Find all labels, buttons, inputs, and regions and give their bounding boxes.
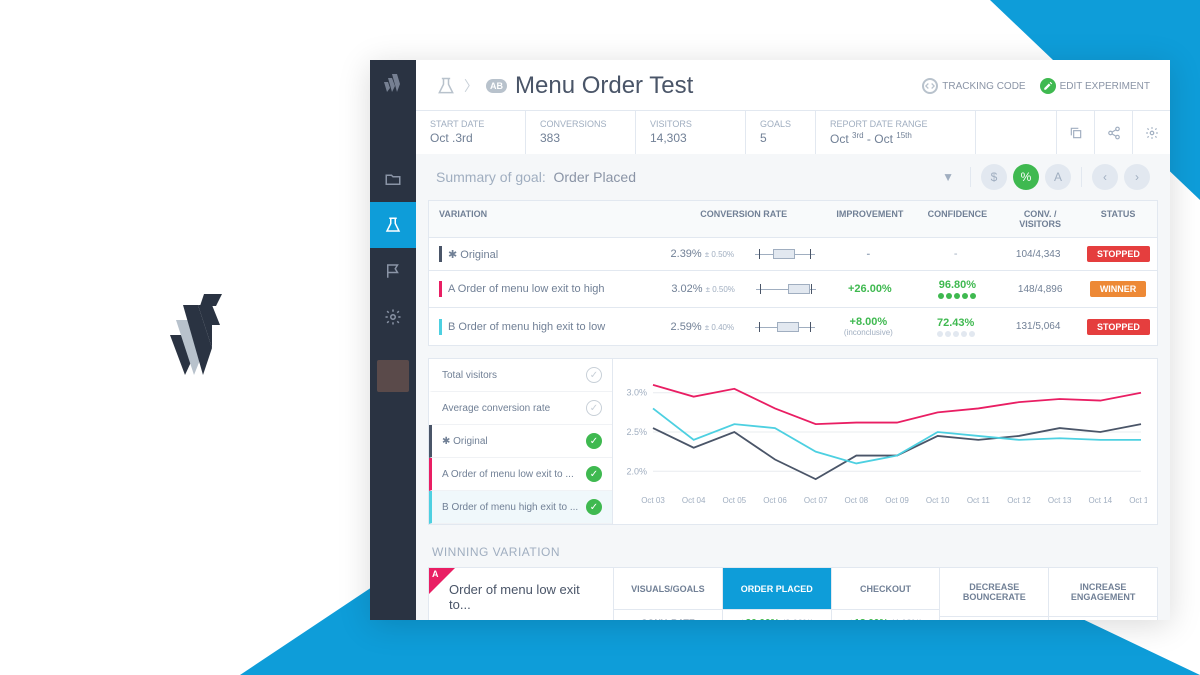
copy-button[interactable] <box>1056 111 1094 154</box>
tracking-code-label: TRACKING CODE <box>942 81 1025 92</box>
svg-text:Oct 10: Oct 10 <box>926 496 950 505</box>
winning-title: WINNING VARIATION <box>428 537 1158 567</box>
edit-experiment-label: EDIT EXPERIMENT <box>1060 81 1150 92</box>
variations-table: VARIATION CONVERSION RATE IMPROVEMENT CO… <box>428 200 1158 346</box>
svg-text:2.0%: 2.0% <box>626 466 647 476</box>
currency-toggle[interactable]: $ <box>981 164 1007 190</box>
th-improvement: IMPROVEMENT <box>826 201 914 237</box>
th-variation: VARIATION <box>429 201 661 237</box>
stat-conversions: CONVERSIONS 383 <box>526 111 636 154</box>
svg-text:Oct 12: Oct 12 <box>1007 496 1031 505</box>
svg-text:Oct 15: Oct 15 <box>1129 496 1147 505</box>
dropdown-icon[interactable]: ▼ <box>942 170 954 184</box>
svg-text:Oct 08: Oct 08 <box>845 496 869 505</box>
summary-row: Summary of goal: Order Placed ▼ $ % A ‹ … <box>416 154 1170 200</box>
stat-value: 383 <box>540 131 621 145</box>
stat-value: Oct .3rd <box>430 131 511 145</box>
th-conv-rate: CONVERSION RATE <box>661 201 826 237</box>
prev-button[interactable]: ‹ <box>1092 164 1118 190</box>
winning-card: A Order of menu low exit to... WINNER VA… <box>428 567 1158 620</box>
legend-variation-a[interactable]: A Order of menu low exit to ... ✓ <box>429 458 612 491</box>
legend-original[interactable]: ✱ Original ✓ <box>429 425 612 458</box>
svg-text:Oct 05: Oct 05 <box>723 496 747 505</box>
stats-bar: START DATE Oct .3rd CONVERSIONS 383 VISI… <box>416 110 1170 154</box>
app-frame: 〉 AB Menu Order Test TRACKING CODE EDIT … <box>370 60 1170 620</box>
page-title: Menu Order Test <box>515 72 693 100</box>
svg-text:Oct 03: Oct 03 <box>641 496 665 505</box>
stat-label: REPORT DATE RANGE <box>830 119 961 129</box>
check-icon: ✓ <box>586 433 602 449</box>
winning-section: WINNING VARIATION A Order of menu low ex… <box>428 537 1158 620</box>
chart-section: Total visitors ✓ Average conversion rate… <box>428 358 1158 525</box>
winning-info: Order of menu low exit to... WINNER VARI… <box>429 568 614 620</box>
sidebar-item-settings[interactable] <box>370 294 416 340</box>
sidebar-item-flag[interactable] <box>370 248 416 294</box>
check-icon: ✓ <box>586 499 602 515</box>
flask-icon <box>436 76 456 96</box>
main-content: 〉 AB Menu Order Test TRACKING CODE EDIT … <box>416 60 1170 620</box>
stat-value: 5 <box>760 131 801 145</box>
svg-text:Oct 13: Oct 13 <box>1048 496 1072 505</box>
table-row[interactable]: A Order of menu low exit to high 3.02% ±… <box>429 271 1157 308</box>
percent-toggle[interactable]: % <box>1013 164 1039 190</box>
th-confidence: CONFIDENCE <box>914 201 1002 237</box>
table-row[interactable]: ✱ Original 2.39% ± 0.50% - - 104/4,343 S… <box>429 238 1157 271</box>
pencil-icon <box>1040 78 1056 94</box>
th-conv-visitors: CONV. / VISITORS <box>1001 201 1079 237</box>
legend-total-visitors[interactable]: Total visitors ✓ <box>429 359 612 392</box>
settings-button[interactable] <box>1132 111 1170 154</box>
th-status: STATUS <box>1079 201 1157 237</box>
sidebar <box>370 60 416 620</box>
chevron-right-icon: 〉 <box>464 76 478 96</box>
sidebar-thumb[interactable] <box>377 360 409 392</box>
stat-label: VISITORS <box>650 119 731 129</box>
summary-text: Summary of goal: Order Placed <box>436 169 636 185</box>
line-chart: 2.0% 2.5% 3.0% Oct 03 Oct 04 Oct 05 Oct 06 Oct … <box>613 359 1157 524</box>
stat-label: CONVERSIONS <box>540 119 621 129</box>
brand-logo <box>150 280 240 390</box>
stat-label: START DATE <box>430 119 511 129</box>
svg-text:Oct 11: Oct 11 <box>967 496 991 505</box>
check-icon: ✓ <box>586 367 602 383</box>
sidebar-item-folder[interactable] <box>370 156 416 202</box>
sidebar-logo-icon <box>381 72 405 96</box>
page-header: 〉 AB Menu Order Test TRACKING CODE EDIT … <box>416 60 1170 110</box>
stat-date-range: REPORT DATE RANGE Oct 3rd - Oct 15th <box>816 111 976 154</box>
svg-text:Oct 07: Oct 07 <box>804 496 828 505</box>
winning-metrics-table: VISUALS/GOALSCONV. RATE ORDER PLACED +26… <box>614 568 1157 620</box>
check-icon: ✓ <box>586 400 602 416</box>
stat-label: GOALS <box>760 119 801 129</box>
next-button[interactable]: › <box>1124 164 1150 190</box>
legend-variation-b[interactable]: B Order of menu high exit to ... ✓ <box>429 491 612 524</box>
stat-start-date: START DATE Oct .3rd <box>416 111 526 154</box>
svg-text:Oct 14: Oct 14 <box>1089 496 1113 505</box>
sidebar-item-experiments[interactable] <box>370 202 416 248</box>
font-toggle[interactable]: A <box>1045 164 1071 190</box>
check-icon: ✓ <box>586 466 602 482</box>
stat-visitors: VISITORS 14,303 <box>636 111 746 154</box>
stat-value: 14,303 <box>650 131 731 145</box>
winning-name: Order of menu low exit to... <box>449 582 601 612</box>
table-row[interactable]: B Order of menu high exit to low 2.59% ±… <box>429 308 1157 345</box>
stat-value: Oct 3rd - Oct 15th <box>830 131 961 146</box>
svg-text:2.5%: 2.5% <box>626 427 647 437</box>
legend-avg-conv[interactable]: Average conversion rate ✓ <box>429 392 612 425</box>
svg-text:3.0%: 3.0% <box>626 388 647 398</box>
svg-text:Oct 04: Oct 04 <box>682 496 706 505</box>
code-icon <box>922 78 938 94</box>
winner-corner-label: A <box>432 569 439 579</box>
stat-goals: GOALS 5 <box>746 111 816 154</box>
share-button[interactable] <box>1094 111 1132 154</box>
svg-text:Oct 09: Oct 09 <box>885 496 909 505</box>
tracking-code-button[interactable]: TRACKING CODE <box>922 78 1025 94</box>
ab-badge: AB <box>486 79 507 93</box>
edit-experiment-button[interactable]: EDIT EXPERIMENT <box>1040 78 1150 94</box>
table-header: VARIATION CONVERSION RATE IMPROVEMENT CO… <box>429 201 1157 238</box>
svg-text:Oct 06: Oct 06 <box>763 496 787 505</box>
chart-legend: Total visitors ✓ Average conversion rate… <box>429 359 613 524</box>
